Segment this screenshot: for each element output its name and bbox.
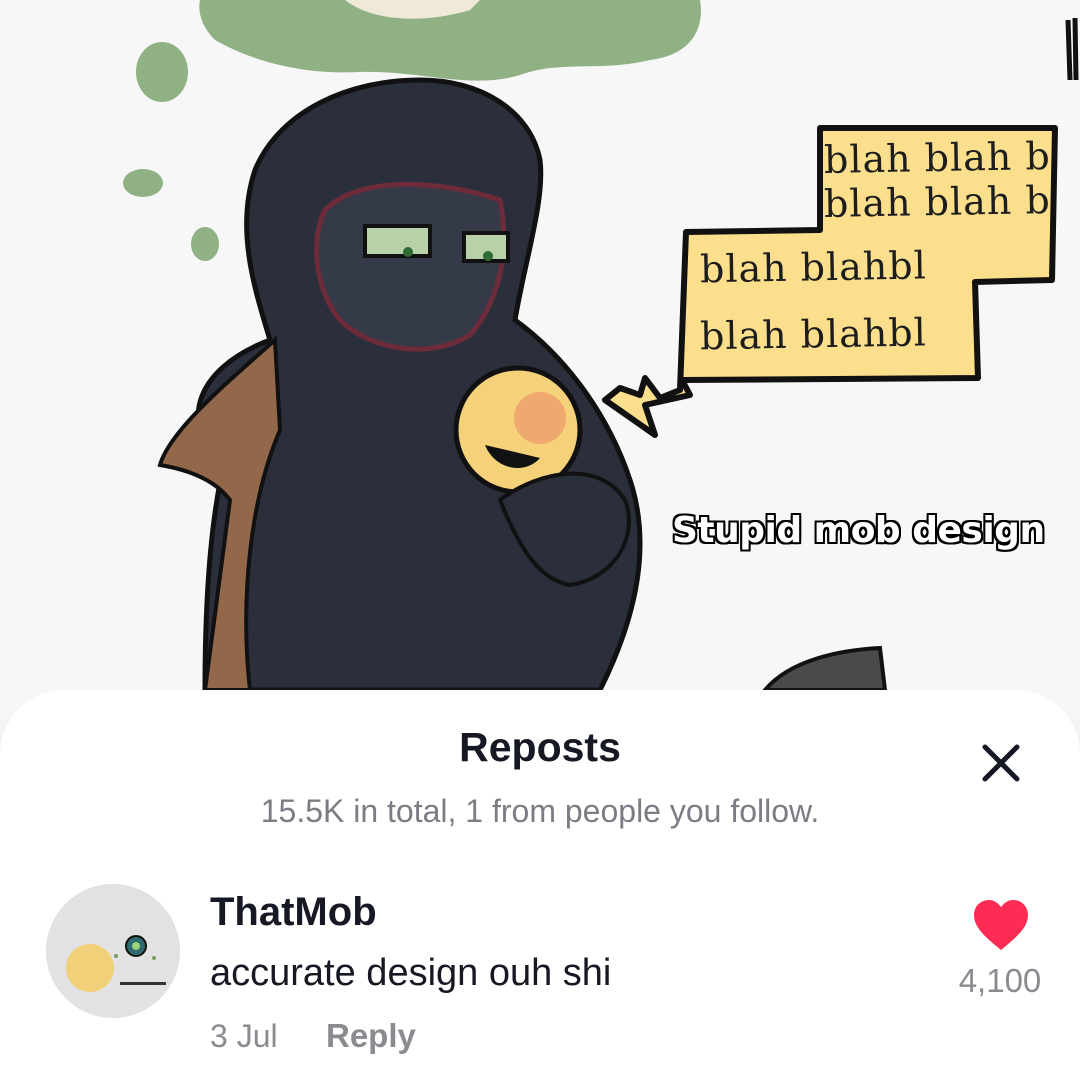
repost-date: 3 Jul <box>210 1018 278 1054</box>
speech-line: blah blah bl <box>823 134 1051 182</box>
post-artwork: blah blah bl blah blah bl blah blahbl bl… <box>0 0 1080 720</box>
repost-username[interactable]: ThatMob <box>210 890 377 935</box>
avatar-image <box>46 884 180 1018</box>
speech-line: blah blahbl <box>699 243 928 292</box>
avatar[interactable] <box>46 884 180 1018</box>
heart-icon <box>974 900 1028 950</box>
reposts-summary: 15.5K in total, 1 from people you follow… <box>260 793 820 829</box>
repost-comment: accurate design ouh shi <box>210 952 612 994</box>
speech-line: blah blah bl <box>823 178 1051 226</box>
reply-button[interactable]: Reply <box>326 1017 416 1055</box>
close-icon <box>982 744 1020 782</box>
close-button[interactable] <box>968 730 1034 796</box>
artwork-illustration <box>123 0 1079 693</box>
sheet-title: Reposts <box>459 724 621 770</box>
speech-line: blah blahbl <box>699 310 928 359</box>
video-caption: Stupid mob design <box>672 510 1045 551</box>
like-button[interactable] <box>972 898 1030 954</box>
like-count: 4,100 <box>958 962 1042 999</box>
